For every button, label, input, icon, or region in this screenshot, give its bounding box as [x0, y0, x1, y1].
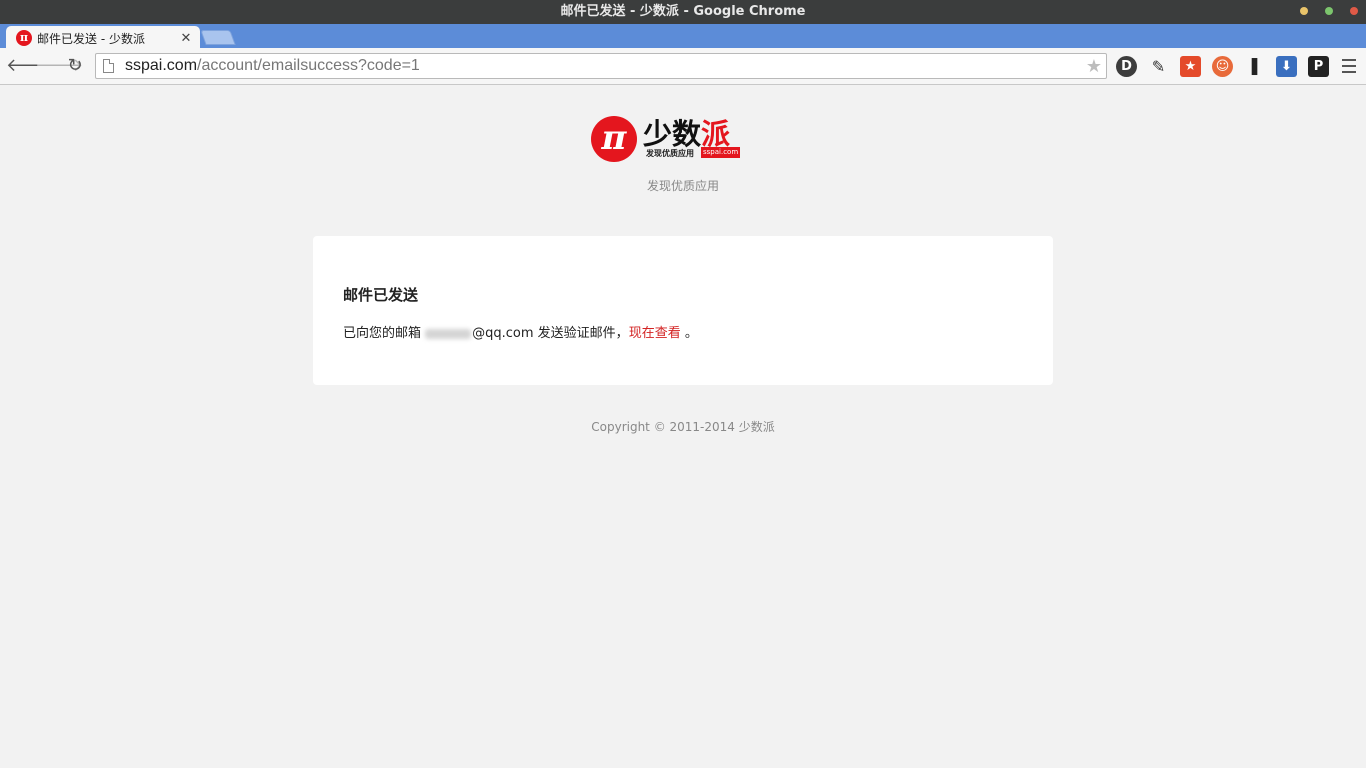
page-content: π 少数派 发现优质应用 sspai.com 发现优质应用 邮件已发送 已向您的…	[0, 86, 1366, 768]
ext-5-icon[interactable]: ❚	[1244, 56, 1265, 77]
page-icon	[103, 59, 114, 73]
reload-button[interactable]: ↻	[64, 55, 86, 77]
msg-middle: 发送验证邮件，	[533, 326, 629, 341]
address-bar[interactable]: sspai.com/account/emailsuccess?code=1 ★	[95, 53, 1107, 79]
logo-domain: sspai.com	[701, 147, 741, 158]
card-message: 已向您的邮箱 @qq.com 发送验证邮件，现在查看 。	[343, 322, 698, 341]
chrome-menu-icon[interactable]	[1342, 59, 1356, 77]
url-path: /account/emailsuccess?code=1	[197, 57, 420, 74]
copyright-footer: Copyright © 2011-2014 少数派	[591, 420, 775, 434]
tab-strip: π 邮件已发送 - 少数派 ✕	[0, 24, 1366, 50]
browser-toolbar: 🡐 🡒 ↻ sspai.com/account/emailsuccess?cod…	[0, 48, 1366, 85]
back-button[interactable]: 🡐	[6, 55, 54, 77]
logo-subtext: 发现优质应用	[646, 149, 694, 158]
email-sent-card: 邮件已发送 已向您的邮箱 @qq.com 发送验证邮件，现在查看 。	[313, 236, 1053, 385]
msg-prefix: 已向您的邮箱	[343, 326, 426, 341]
logo-name-part2: 派	[701, 117, 731, 151]
ext-4-icon[interactable]: ☺	[1212, 56, 1233, 77]
tab-label: 邮件已发送 - 少数派	[37, 31, 145, 46]
forward-button[interactable]: 🡒	[35, 55, 83, 77]
window-titlebar: 邮件已发送 - 少数派 - Google Chrome	[0, 0, 1366, 24]
maximize-button[interactable]	[1325, 7, 1333, 15]
extension-icons: D ✎ ★ ☺ ❚ ⬇ P	[1116, 56, 1329, 77]
ext-3-icon[interactable]: ★	[1180, 56, 1201, 77]
site-tagline: 发现优质应用	[646, 179, 719, 193]
ext-7-icon[interactable]: P	[1308, 56, 1329, 77]
site-logo[interactable]: π 少数派 发现优质应用 sspai.com	[591, 113, 743, 163]
ext-6-icon[interactable]: ⬇	[1276, 56, 1297, 77]
url-text[interactable]: sspai.com/account/emailsuccess?code=1	[125, 57, 1086, 75]
ext-1-icon[interactable]: D	[1116, 56, 1137, 77]
tab-active[interactable]: π 邮件已发送 - 少数派 ✕	[6, 26, 200, 50]
blurred-email-user	[425, 328, 472, 339]
minimize-button[interactable]	[1300, 7, 1308, 15]
bookmark-star-icon[interactable]: ★	[1086, 56, 1102, 77]
card-title: 邮件已发送	[343, 286, 419, 304]
tab-close-icon[interactable]: ✕	[178, 31, 194, 46]
url-host: sspai.com	[125, 57, 198, 74]
ext-2-icon[interactable]: ✎	[1148, 56, 1169, 77]
new-tab-button[interactable]	[200, 30, 236, 45]
logo-name-part1: 少数	[643, 117, 702, 151]
window-controls	[1300, 7, 1358, 15]
window-title: 邮件已发送 - 少数派 - Google Chrome	[560, 4, 806, 19]
sspai-favicon-icon: π	[16, 30, 32, 46]
pi-logo-icon: π	[591, 116, 637, 162]
msg-suffix: 。	[680, 326, 698, 341]
check-now-link[interactable]: 现在查看	[629, 326, 681, 341]
close-window-button[interactable]	[1350, 7, 1358, 15]
email-domain: @qq.com	[472, 326, 534, 341]
